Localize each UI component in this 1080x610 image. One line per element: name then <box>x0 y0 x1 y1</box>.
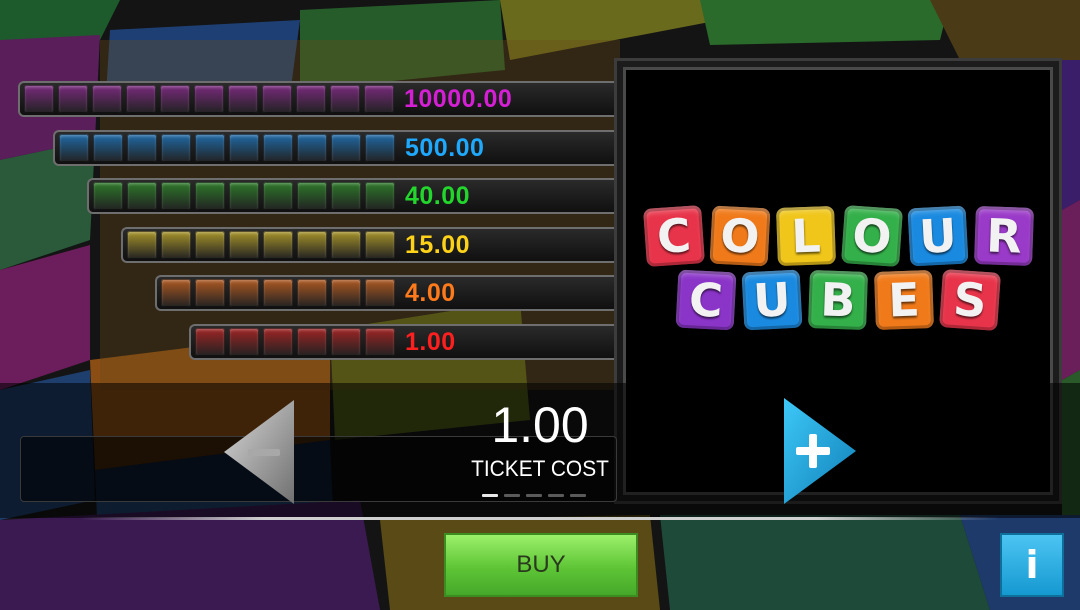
paytable-row-2: 500.00 <box>53 130 640 166</box>
cost-level-dot <box>482 494 498 497</box>
paytable-cube <box>297 134 327 162</box>
paytable-cube <box>263 134 293 162</box>
paytable-cube <box>127 231 157 259</box>
paytable-cube <box>262 85 292 113</box>
paytable-cube <box>160 85 190 113</box>
paytable-row-4: 15.00 <box>121 227 640 263</box>
paytable-row-5: 4.00 <box>155 275 640 311</box>
paytable-cube <box>228 85 258 113</box>
paytable-cube <box>331 231 361 259</box>
paytable-cube <box>161 134 191 162</box>
decrease-cost-button[interactable] <box>220 398 296 506</box>
logo-letter-cube: L <box>776 206 836 266</box>
cube-row <box>24 85 398 113</box>
logo-letter-cube: E <box>874 270 934 330</box>
paytable-cube <box>331 279 361 307</box>
cost-level-dot <box>504 494 520 497</box>
prize-amount: 40.00 <box>405 181 471 210</box>
logo-letter-cube: B <box>808 270 868 330</box>
paytable-cube <box>263 279 293 307</box>
paytable-cube <box>195 134 225 162</box>
cube-row <box>161 279 399 307</box>
logo-letter-cube: U <box>907 205 969 267</box>
paytable-cube <box>365 182 395 210</box>
ticket-cost-label: TICKET COST <box>471 456 609 481</box>
paytable-cube <box>195 328 225 356</box>
logo-letter-cube: U <box>741 269 803 331</box>
prize-amount: 15.00 <box>405 230 471 259</box>
paytable-row-3: 40.00 <box>87 178 640 214</box>
logo-letter-cube: C <box>675 269 737 331</box>
paytable-cube <box>229 279 259 307</box>
prize-amount: 1.00 <box>405 327 456 356</box>
paytable-cube <box>331 182 361 210</box>
paytable-cube <box>161 182 191 210</box>
paytable-cube <box>58 85 88 113</box>
cube-row <box>127 231 399 259</box>
cube-row <box>195 328 399 356</box>
paytable-cube <box>195 182 225 210</box>
paytable-cube <box>296 85 326 113</box>
paytable-cube <box>297 328 327 356</box>
divider <box>80 517 1000 520</box>
paytable-cube <box>263 328 293 356</box>
paytable-cube <box>229 182 259 210</box>
paytable-cube <box>297 182 327 210</box>
paytable-cube <box>365 279 395 307</box>
paytable-cube <box>297 279 327 307</box>
paytable-cube <box>365 231 395 259</box>
paytable-cube <box>229 328 259 356</box>
paytable-cube <box>127 182 157 210</box>
logo-letter-cube: S <box>939 269 1001 331</box>
paytable-cube <box>229 134 259 162</box>
paytable-cube <box>161 231 191 259</box>
paytable-cube <box>331 328 361 356</box>
logo-letter-cube: C <box>643 205 705 267</box>
paytable-cube <box>93 182 123 210</box>
logo-letter-cube: O <box>841 205 903 267</box>
logo-letter-cube: O <box>709 205 771 267</box>
paytable-cube <box>365 328 395 356</box>
paytable-cube <box>297 231 327 259</box>
paytable-cube <box>194 85 224 113</box>
paytable-cube <box>92 85 122 113</box>
paytable-row-1: 10000.00 <box>18 81 640 117</box>
paytable-cube <box>126 85 156 113</box>
paytable-cube <box>263 231 293 259</box>
prize-amount: 4.00 <box>405 278 456 307</box>
paytable-cube <box>263 182 293 210</box>
logo-letter-cube: R <box>974 206 1034 266</box>
paytable-cube <box>364 85 394 113</box>
plus-arrow-icon <box>784 398 856 504</box>
cube-row <box>93 182 399 210</box>
cost-level-dot <box>526 494 542 497</box>
paytable-cube <box>229 231 259 259</box>
info-button[interactable]: i <box>1000 533 1064 597</box>
cube-row <box>59 134 399 162</box>
paytable-row-6: 1.00 <box>189 324 640 360</box>
paytable-cube <box>195 231 225 259</box>
prize-amount: 500.00 <box>405 133 485 162</box>
paytable-cube <box>161 279 191 307</box>
minus-arrow-icon <box>224 400 294 504</box>
cost-level-indicator <box>482 494 586 497</box>
info-icon: i <box>1025 543 1039 587</box>
buy-button[interactable]: BUY <box>444 533 638 597</box>
cost-level-dot <box>570 494 586 497</box>
paytable-cube <box>195 279 225 307</box>
paytable-cube <box>331 134 361 162</box>
ticket-cost-value: 1.00 <box>491 397 589 453</box>
prize-amount: 10000.00 <box>404 84 513 113</box>
increase-cost-button[interactable] <box>782 396 858 506</box>
cost-level-dot <box>548 494 564 497</box>
paytable-cube <box>365 134 395 162</box>
paytable-cube <box>330 85 360 113</box>
paytable-cube <box>59 134 89 162</box>
paytable-cube <box>24 85 54 113</box>
paytable-cube <box>93 134 123 162</box>
paytable-cube <box>127 134 157 162</box>
